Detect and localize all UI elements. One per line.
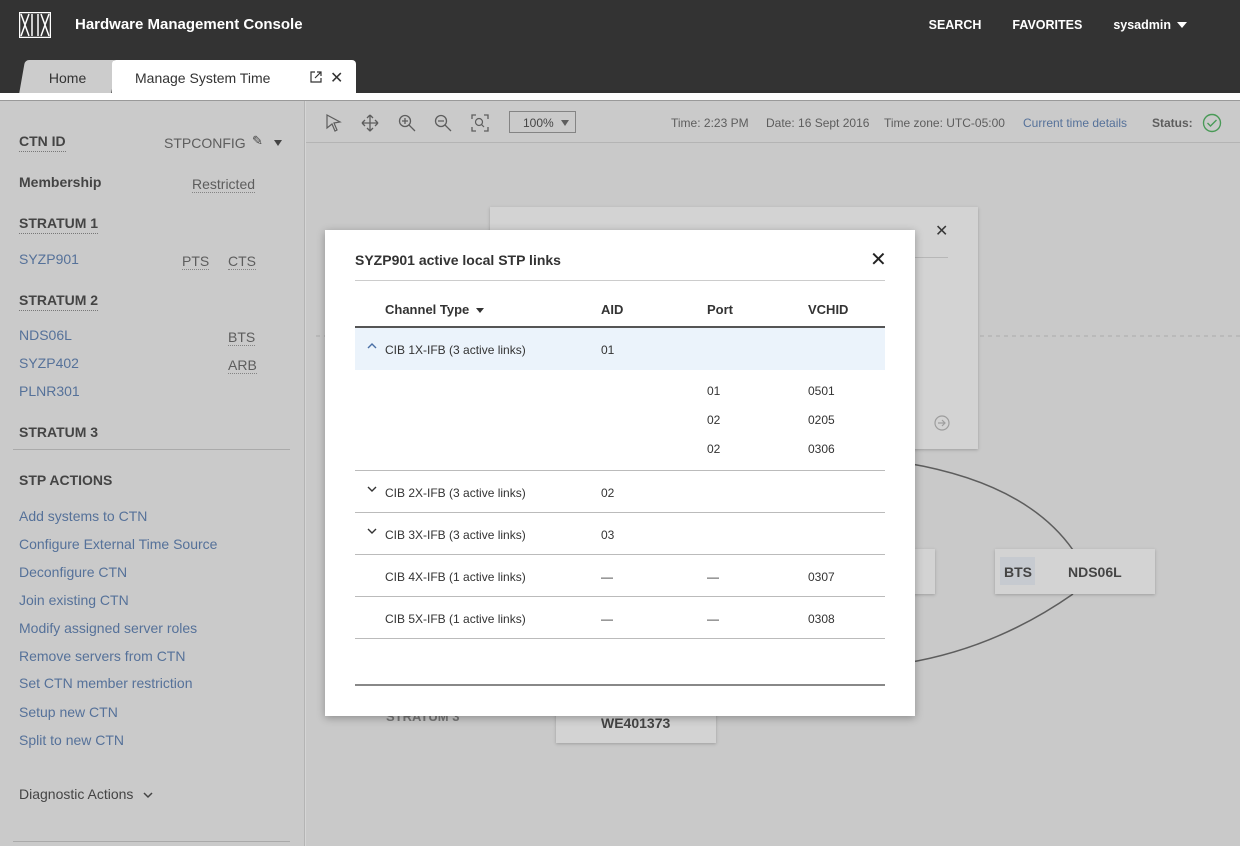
row-divider — [355, 638, 885, 639]
user-name: sysadmin — [1113, 18, 1171, 32]
tab-home-label: Home — [49, 69, 87, 86]
stp-links-modal: SYZP901 active local STP links ✕ Channel… — [325, 230, 915, 716]
app-logo-icon[interactable] — [19, 12, 51, 38]
cell-port: 02 — [707, 413, 721, 427]
search-nav-link[interactable]: SEARCH — [929, 18, 982, 32]
caret-down-icon — [1177, 22, 1187, 28]
cell-vchid: 0306 — [808, 442, 835, 456]
modal-title: SYZP901 active local STP links — [355, 252, 561, 268]
cell-vchid: 0205 — [808, 413, 835, 427]
table-row-cib2x[interactable]: CIB 2X-IFB (3 active links) 02 — [355, 471, 885, 513]
sort-desc-icon — [476, 308, 485, 314]
modal-title-rule — [355, 280, 885, 281]
tab-active-label: Manage System Time — [135, 69, 271, 86]
table-bottom-rule — [355, 684, 885, 686]
cell-port: — — [707, 570, 719, 584]
cell-aid: 02 — [601, 486, 615, 500]
cell-vchid: 0307 — [808, 570, 835, 584]
chevron-down-icon[interactable] — [367, 526, 377, 536]
table-subrow: 02 0306 — [355, 434, 885, 463]
cell-channel-type: CIB 4X-IFB (1 active links) — [385, 570, 526, 584]
tab-underline — [0, 93, 1240, 101]
table-subrow: 02 0205 — [355, 405, 885, 434]
cell-channel-type: CIB 1X-IFB (3 active links) — [385, 343, 526, 357]
table-subrow: 01 0501 — [355, 376, 885, 405]
external-link-icon[interactable] — [310, 71, 322, 83]
table-row-cib1x[interactable]: CIB 1X-IFB (3 active links) 01 — [355, 328, 885, 370]
chevron-down-icon[interactable] — [367, 484, 377, 494]
column-header-channel-type[interactable]: Channel Type — [385, 302, 485, 317]
cell-channel-type: CIB 3X-IFB (3 active links) — [385, 528, 526, 542]
tab-home[interactable]: Home — [18, 60, 118, 95]
cell-aid: — — [601, 612, 613, 626]
cell-port: — — [707, 612, 719, 626]
cell-vchid: 0501 — [808, 384, 835, 398]
table-row-cib3x[interactable]: CIB 3X-IFB (3 active links) 03 — [355, 513, 885, 555]
cell-aid: 01 — [601, 343, 615, 357]
column-header-aid[interactable]: AID — [601, 302, 623, 317]
column-header-channel-type-label: Channel Type — [385, 302, 470, 317]
close-icon[interactable]: ✕ — [870, 247, 887, 272]
cell-vchid: 0308 — [808, 612, 835, 626]
top-header: Hardware Management Console SEARCH FAVOR… — [0, 0, 1240, 50]
table-row-cib4x[interactable]: CIB 4X-IFB (1 active links) — — 0307 — [355, 555, 885, 597]
cell-port: 02 — [707, 442, 721, 456]
chevron-up-icon[interactable] — [367, 341, 377, 351]
app-title: Hardware Management Console — [75, 16, 303, 33]
close-tab-icon[interactable]: ✕ — [330, 68, 343, 88]
cell-port: 01 — [707, 384, 721, 398]
tab-manage-system-time[interactable]: Manage System Time ✕ — [112, 60, 356, 95]
user-menu[interactable]: sysadmin — [1113, 18, 1218, 32]
cell-aid: — — [601, 570, 613, 584]
column-header-port[interactable]: Port — [707, 302, 733, 317]
cell-aid: 03 — [601, 528, 615, 542]
table-row-cib5x[interactable]: CIB 5X-IFB (1 active links) — — 0308 — [355, 597, 885, 639]
cell-channel-type: CIB 2X-IFB (3 active links) — [385, 486, 526, 500]
tab-bar: Home Manage System Time ✕ — [0, 50, 1240, 95]
column-header-vchid[interactable]: VCHID — [808, 302, 848, 317]
cell-channel-type: CIB 5X-IFB (1 active links) — [385, 612, 526, 626]
favorites-nav-link[interactable]: FAVORITES — [1012, 18, 1082, 32]
